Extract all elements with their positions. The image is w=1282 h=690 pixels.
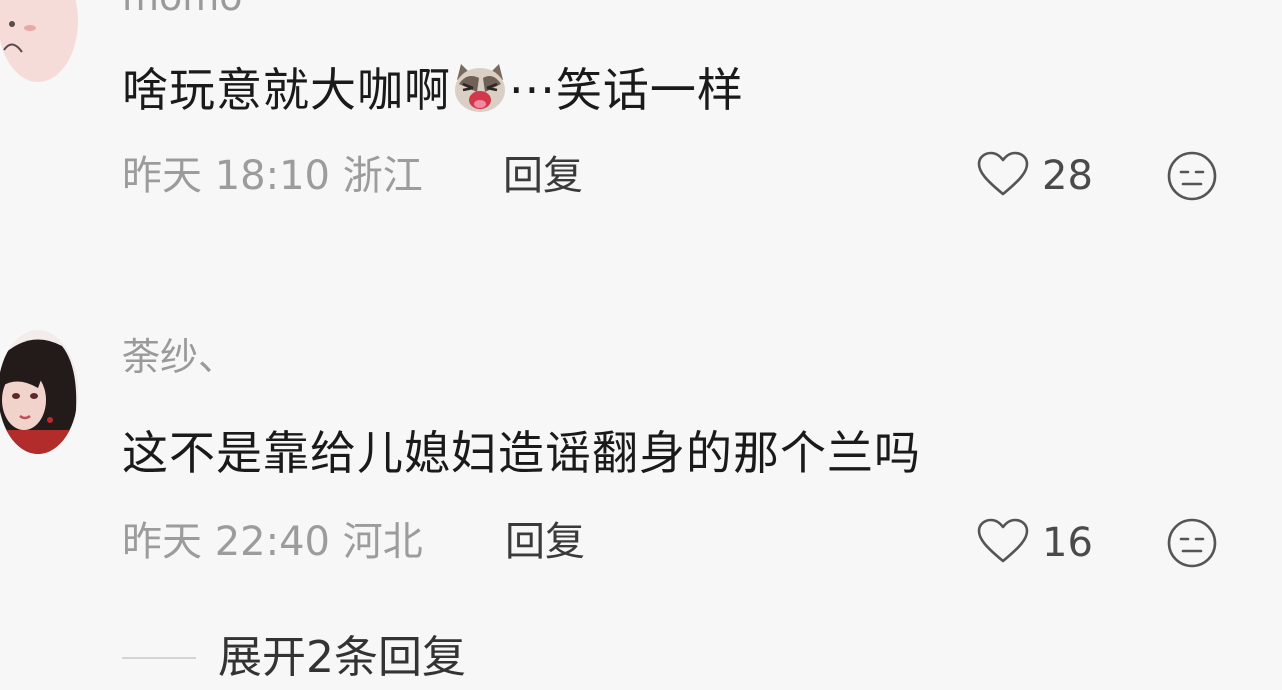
comment-meta: 昨天 22:40 河北 bbox=[122, 522, 423, 562]
divider bbox=[122, 657, 196, 659]
like-button[interactable]: 28 bbox=[976, 150, 1093, 202]
expand-replies-button[interactable]: 展开2条回复 bbox=[122, 636, 466, 680]
like-button[interactable]: 16 bbox=[976, 517, 1093, 569]
comment-text-part: ···笑话一样 bbox=[509, 63, 744, 117]
avatar[interactable] bbox=[0, 0, 78, 82]
comment-time: 18:10 bbox=[214, 153, 330, 199]
reply-button[interactable]: 回复 bbox=[505, 522, 585, 562]
neutral-face-icon[interactable] bbox=[1166, 150, 1218, 206]
comment-date: 昨天 bbox=[122, 519, 202, 565]
heart-outline-icon bbox=[976, 150, 1030, 202]
username[interactable]: momo bbox=[122, 0, 243, 16]
like-count: 16 bbox=[1042, 520, 1093, 566]
comment-time: 22:40 bbox=[214, 519, 330, 565]
like-count: 28 bbox=[1042, 153, 1093, 199]
heart-outline-icon bbox=[976, 517, 1030, 569]
cat-crying-emoji bbox=[451, 62, 509, 114]
reply-button[interactable]: 回复 bbox=[503, 156, 583, 196]
comment-text: 啥玩意就大咖啊 ···笑话一样 bbox=[122, 62, 744, 114]
comment-location: 河北 bbox=[342, 519, 423, 565]
comment-date: 昨天 bbox=[122, 153, 202, 199]
comment-location: 浙江 bbox=[342, 153, 423, 199]
comment-meta: 昨天 18:10 浙江 bbox=[122, 156, 423, 196]
comment-text-part: 啥玩意就大咖啊 bbox=[122, 63, 451, 117]
avatar[interactable] bbox=[0, 330, 78, 454]
expand-replies-label: 展开2条回复 bbox=[218, 632, 466, 683]
username[interactable]: 荼纱、 bbox=[122, 338, 236, 376]
comment-list: momo 啥玩意就大咖啊 ···笑话一样 昨天 18:10 浙江 回复 bbox=[0, 0, 1282, 690]
neutral-face-icon[interactable] bbox=[1166, 517, 1218, 573]
comment-text: 这不是靠给儿媳妇造谣翻身的那个兰吗 bbox=[122, 426, 921, 480]
